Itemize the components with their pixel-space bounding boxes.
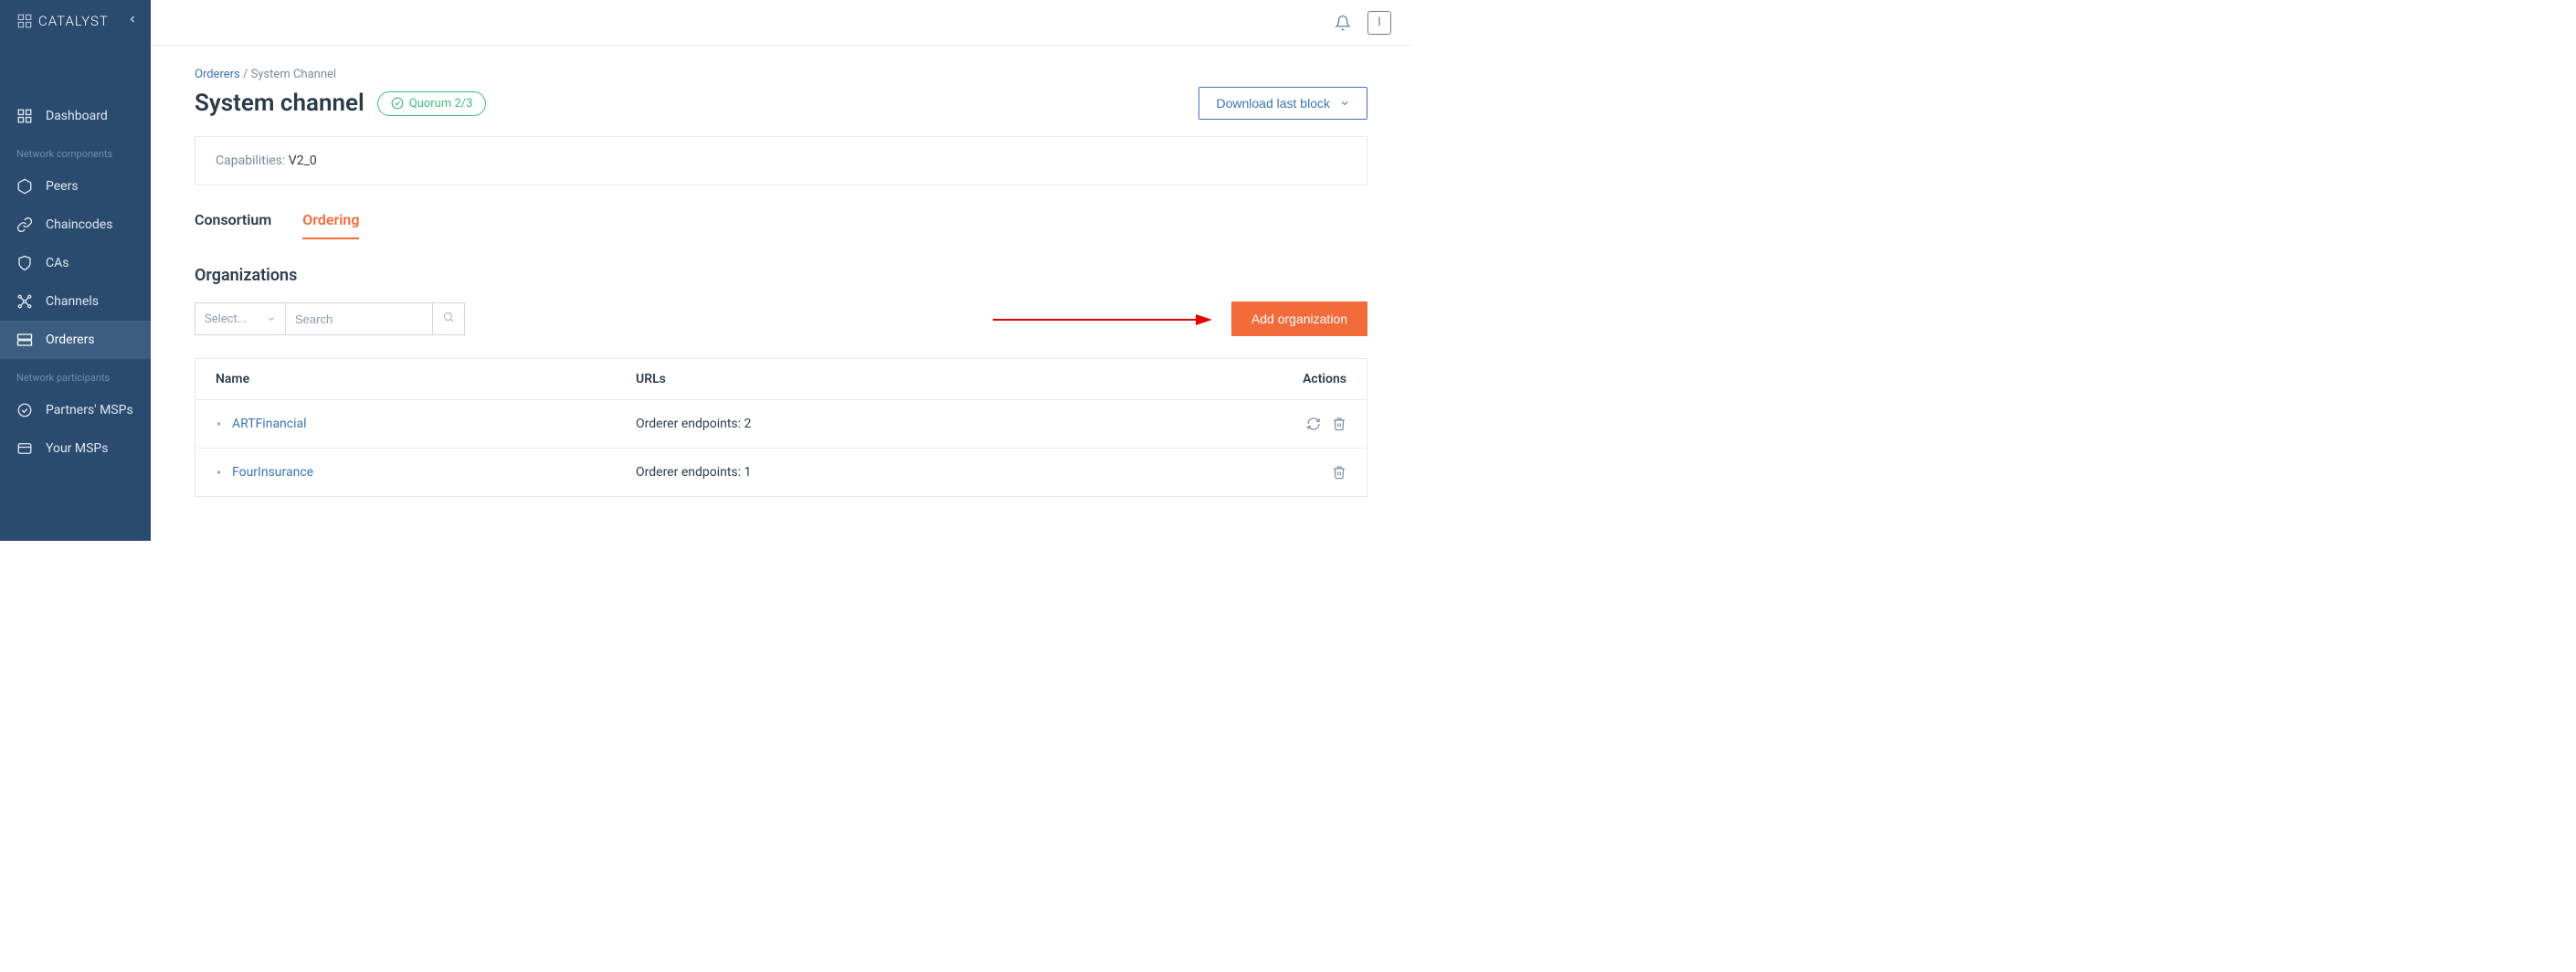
breadcrumb-sep: / <box>243 68 248 81</box>
check-circle-icon <box>391 97 404 110</box>
filter-select[interactable]: Select... <box>195 302 286 335</box>
link-icon <box>16 217 33 233</box>
add-organization-button[interactable]: Add organization <box>1231 301 1367 336</box>
badge-label: Quorum 2/3 <box>409 97 473 111</box>
server-icon <box>16 332 33 348</box>
sidebar-item-label: Orderers <box>46 333 95 347</box>
sidebar-header: CATALYST <box>0 0 151 42</box>
handshake-icon <box>16 402 33 418</box>
capabilities-value: V2_0 <box>289 153 317 168</box>
col-actions: Actions <box>1273 372 1346 386</box>
org-link[interactable]: ARTFinancial <box>232 417 307 431</box>
annotation-arrow-icon <box>993 311 1212 329</box>
sidebar-item-label: Peers <box>46 179 79 194</box>
sidebar-item-channels[interactable]: Channels <box>0 282 151 321</box>
breadcrumb: Orderers / System Channel <box>195 68 1367 81</box>
sidebar-item-your-msps[interactable]: Your MSPs <box>0 429 151 468</box>
table-row: ARTFinancial Orderer endpoints: 2 <box>195 400 1367 449</box>
org-urls: Orderer endpoints: 2 <box>636 417 1273 431</box>
sidebar-item-label: CAs <box>46 256 69 270</box>
tab-ordering[interactable]: Ordering <box>302 211 359 239</box>
table-row: FourInsurance Orderer endpoints: 1 <box>195 449 1367 496</box>
sidebar-item-label: Partners' MSPs <box>46 403 133 417</box>
search-input[interactable] <box>286 305 432 333</box>
quorum-badge: Quorum 2/3 <box>377 91 487 116</box>
sidebar-item-partners-msps[interactable]: Partners' MSPs <box>0 391 151 429</box>
sidebar-item-chaincodes[interactable]: Chaincodes <box>0 206 151 244</box>
page-title: System channel <box>195 90 364 117</box>
user-initial: I <box>1378 16 1381 29</box>
search-box <box>286 302 465 335</box>
sidebar-item-peers[interactable]: Peers <box>0 167 151 206</box>
download-last-block-button[interactable]: Download last block <box>1198 87 1367 120</box>
search-icon <box>442 311 455 323</box>
dashboard-icon <box>16 108 33 124</box>
table-header: Name URLs Actions <box>195 359 1367 400</box>
sidebar-item-label: Dashboard <box>46 109 108 123</box>
breadcrumb-current: System Channel <box>251 68 336 81</box>
organizations-title: Organizations <box>195 266 1367 285</box>
sidebar-item-orderers[interactable]: Orderers <box>0 321 151 359</box>
refresh-icon[interactable] <box>1306 417 1321 431</box>
col-name: Name <box>216 372 636 386</box>
sidebar: CATALYST Dashboard Network components Pe… <box>0 0 151 541</box>
trash-icon[interactable] <box>1332 465 1346 480</box>
trash-icon[interactable] <box>1332 417 1346 431</box>
organizations-table: Name URLs Actions ARTFinancial Orderer e… <box>195 358 1367 497</box>
chevron-down-icon <box>1339 98 1350 109</box>
sidebar-collapse-button[interactable] <box>127 14 138 28</box>
network-icon <box>16 293 33 310</box>
tab-consortium[interactable]: Consortium <box>195 211 271 239</box>
cube-icon <box>16 178 33 195</box>
sidebar-item-label: Chaincodes <box>46 217 112 232</box>
sidebar-item-label: Channels <box>46 294 99 309</box>
org-urls: Orderer endpoints: 1 <box>636 465 1273 480</box>
capabilities-info: Capabilities: V2_0 <box>195 136 1367 185</box>
download-button-label: Download last block <box>1216 96 1330 111</box>
tabs: Consortium Ordering <box>195 211 1367 240</box>
chevron-down-icon <box>267 314 276 323</box>
col-urls: URLs <box>636 372 1273 386</box>
user-menu[interactable]: I <box>1367 11 1391 35</box>
sidebar-section-label: Network participants <box>0 359 151 391</box>
sidebar-item-cas[interactable]: CAs <box>0 244 151 282</box>
caret-right-icon[interactable] <box>216 468 223 477</box>
logo-icon <box>16 13 33 29</box>
capabilities-label: Capabilities: <box>216 153 285 168</box>
search-button[interactable] <box>432 303 464 334</box>
sidebar-item-label: Your MSPs <box>46 441 108 456</box>
select-placeholder: Select... <box>205 312 247 326</box>
topbar: I <box>151 0 1411 46</box>
breadcrumb-parent[interactable]: Orderers <box>195 68 240 81</box>
logo-text: CATALYST <box>38 13 109 29</box>
sidebar-section-label: Network components <box>0 135 151 167</box>
shield-icon <box>16 255 33 271</box>
id-card-icon <box>16 440 33 457</box>
org-link[interactable]: FourInsurance <box>232 465 313 480</box>
bell-icon[interactable] <box>1335 15 1351 31</box>
sidebar-item-dashboard[interactable]: Dashboard <box>0 97 151 135</box>
caret-right-icon[interactable] <box>216 419 223 428</box>
